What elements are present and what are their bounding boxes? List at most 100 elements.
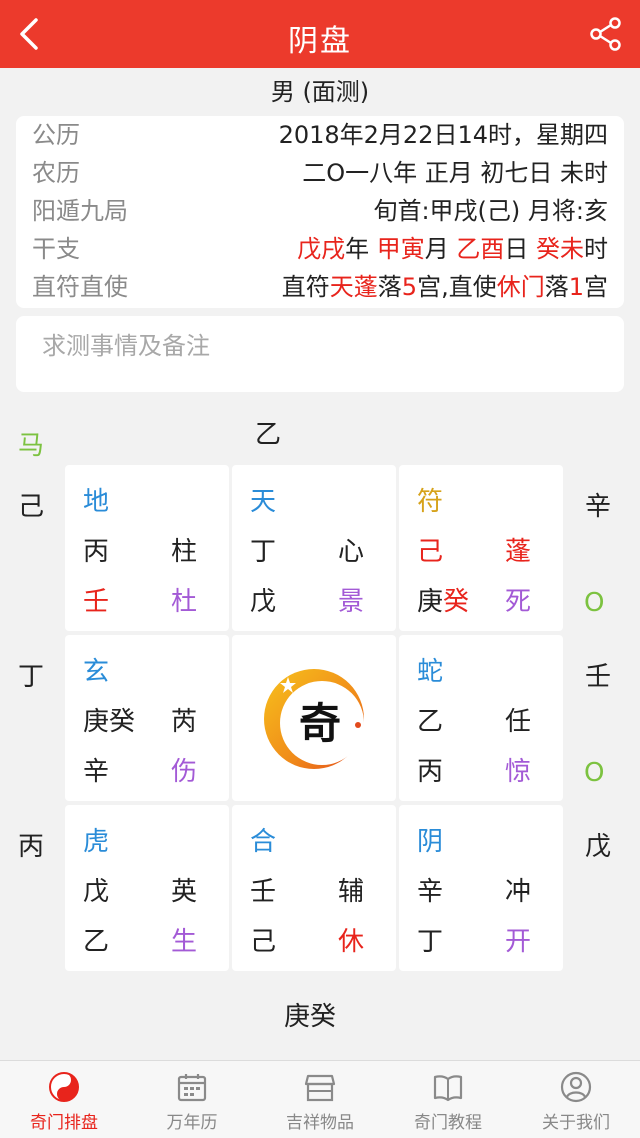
palace-earth-stem: 丙 bbox=[417, 757, 444, 787]
palace-star: 芮 bbox=[171, 707, 198, 737]
value-zhifu: 直符天蓬落5宫,直使休门落1宫 bbox=[282, 268, 608, 306]
zhifu-text-5: 宫 bbox=[584, 273, 608, 301]
palace-cell[interactable]: 玄 庚癸 芮 辛 伤 bbox=[65, 635, 229, 801]
ganzhi-month-suffix: 月 bbox=[424, 235, 449, 263]
label-ju: 阳遁九局 bbox=[32, 197, 128, 225]
palace-cell[interactable]: 合 壬 辅 己 休 bbox=[232, 805, 396, 971]
outer-left-3: 丙 bbox=[18, 832, 45, 862]
bottom-nav: 奇门排盘 万年历 吉祥物品 奇门教程 关于我们 bbox=[0, 1060, 640, 1138]
nav-label: 万年历 bbox=[166, 1113, 218, 1133]
value-nongli: 二O一八年 正月 初七日 未时 bbox=[302, 159, 608, 187]
palace-earth-stem: 乙 bbox=[83, 927, 110, 957]
palace-cell[interactable]: 天 丁 心 戊 景 bbox=[232, 465, 396, 631]
zhifu-text-2: 落 bbox=[377, 273, 402, 301]
row-ganzhi: 干支 戊戌年 甲寅月 乙酉日 癸未时 bbox=[32, 230, 608, 268]
palace-earth-stem-2: 癸 bbox=[443, 587, 470, 617]
palace-god: 蛇 bbox=[417, 657, 444, 687]
palace-god: 地 bbox=[83, 487, 110, 517]
book-icon bbox=[433, 1075, 463, 1102]
palace-door: 开 bbox=[505, 927, 532, 957]
palace-god: 阴 bbox=[417, 827, 444, 857]
qimen-logo-icon: 奇 bbox=[264, 669, 364, 769]
zhifu-num-1: 5 bbox=[401, 273, 418, 301]
palace-cell[interactable]: 地 丙 柱 壬 杜 bbox=[65, 465, 229, 631]
zhifu-text-3: 宫,直使 bbox=[417, 273, 497, 301]
palace-heaven-stem: 庚癸 bbox=[83, 707, 136, 737]
empty-mark-1: O bbox=[584, 588, 605, 618]
palace-star: 心 bbox=[338, 537, 365, 567]
outer-right-2: 壬 bbox=[585, 662, 612, 692]
ganzhi-month: 甲寅 bbox=[376, 235, 425, 263]
ganzhi-year: 戊戌 bbox=[297, 235, 346, 263]
palace-earth-stem: 丁 bbox=[417, 927, 444, 957]
nav-label: 吉祥物品 bbox=[286, 1113, 354, 1133]
palace-star: 任 bbox=[505, 707, 532, 737]
outer-left-1: 己 bbox=[18, 492, 45, 522]
palace-earth-stem-1: 庚 bbox=[417, 587, 444, 617]
row-ju: 阳遁九局 旬首:甲戌(己) 月将:亥 bbox=[32, 192, 608, 230]
note-placeholder: 求测事情及备注 bbox=[42, 332, 210, 360]
palace-heaven-stem: 辛 bbox=[417, 877, 444, 907]
palace-star: 辅 bbox=[338, 877, 365, 907]
palace-cell[interactable]: 符 己 蓬 庚癸 死 bbox=[399, 465, 563, 631]
palace-earth-stem: 壬 bbox=[83, 587, 110, 617]
palace-god: 合 bbox=[250, 827, 277, 857]
gender-label: 男 (面测) bbox=[270, 78, 370, 106]
palace-door: 惊 bbox=[505, 757, 532, 787]
palace-door: 伤 bbox=[171, 757, 198, 787]
ganzhi-day: 乙酉 bbox=[456, 235, 505, 263]
palace-heaven-stem: 壬 bbox=[250, 877, 277, 907]
empty-mark-2: O bbox=[584, 758, 605, 788]
row-zhifu: 直符直使 直符天蓬落5宫,直使休门落1宫 bbox=[32, 268, 608, 306]
zhifu-text-4: 落 bbox=[544, 273, 569, 301]
share-icon[interactable] bbox=[586, 14, 626, 54]
page-title: 阴盘 bbox=[288, 24, 352, 59]
zhifu-text-1: 直符 bbox=[281, 273, 330, 301]
center-palace: 奇 bbox=[232, 635, 396, 801]
ganzhi-hour-suffix: 时 bbox=[584, 235, 608, 263]
zhishi-door: 休门 bbox=[496, 273, 545, 301]
ganzhi-year-suffix: 年 bbox=[345, 235, 370, 263]
palace-cell[interactable]: 阴 辛 冲 丁 开 bbox=[399, 805, 563, 971]
palace-door: 死 bbox=[505, 587, 532, 617]
nav-qimen-paipan[interactable]: 奇门排盘 bbox=[0, 1061, 128, 1138]
label-gongli: 公历 bbox=[32, 121, 80, 149]
horse-marker: 马 bbox=[18, 431, 45, 461]
outer-top: 乙 bbox=[255, 420, 282, 450]
palace-heaven-stem: 己 bbox=[417, 537, 444, 567]
logo-text: 奇 bbox=[299, 699, 341, 748]
row-gongli: 公历 2018年2月22日14时，星期四 bbox=[32, 116, 608, 154]
palace-star: 冲 bbox=[505, 877, 532, 907]
palace-door: 休 bbox=[338, 927, 365, 957]
nav-mascot-shop[interactable]: 吉祥物品 bbox=[256, 1061, 384, 1138]
nav-about[interactable]: 关于我们 bbox=[512, 1061, 640, 1138]
palace-door: 杜 bbox=[171, 587, 198, 617]
palace-star: 蓬 bbox=[505, 537, 532, 567]
palace-star: 柱 bbox=[171, 537, 198, 567]
calendar-icon bbox=[177, 1074, 207, 1102]
palace-god: 符 bbox=[417, 487, 444, 517]
outer-bottom: 庚癸 bbox=[284, 1002, 337, 1032]
nav-calendar[interactable]: 万年历 bbox=[128, 1061, 256, 1138]
outer-left-2: 丁 bbox=[18, 662, 45, 692]
ganzhi-hour: 癸未 bbox=[536, 235, 584, 263]
palace-star: 英 bbox=[171, 877, 198, 907]
palace-heaven-stem: 丁 bbox=[250, 537, 277, 567]
palace-god: 玄 bbox=[83, 657, 110, 687]
user-icon bbox=[560, 1071, 592, 1103]
palace-cell[interactable]: 蛇 乙 任 丙 惊 bbox=[399, 635, 563, 801]
zhifu-num-2: 1 bbox=[568, 273, 584, 301]
palace-door: 生 bbox=[171, 927, 198, 957]
shop-icon bbox=[304, 1074, 336, 1102]
value-ju: 旬首:甲戌(己) 月将:亥 bbox=[373, 197, 608, 225]
note-input[interactable]: 求测事情及备注 bbox=[16, 316, 624, 392]
nav-label: 奇门教程 bbox=[414, 1113, 482, 1133]
label-nongli: 农历 bbox=[32, 159, 80, 187]
label-ganzhi: 干支 bbox=[32, 235, 80, 263]
palace-cell[interactable]: 虎 戊 英 乙 生 bbox=[65, 805, 229, 971]
top-bar: 阴盘 bbox=[0, 0, 640, 68]
palace-god: 天 bbox=[250, 487, 277, 517]
palace-door: 景 bbox=[338, 587, 365, 617]
nav-tutorial[interactable]: 奇门教程 bbox=[384, 1061, 512, 1138]
yin-yang-icon bbox=[49, 1072, 79, 1102]
